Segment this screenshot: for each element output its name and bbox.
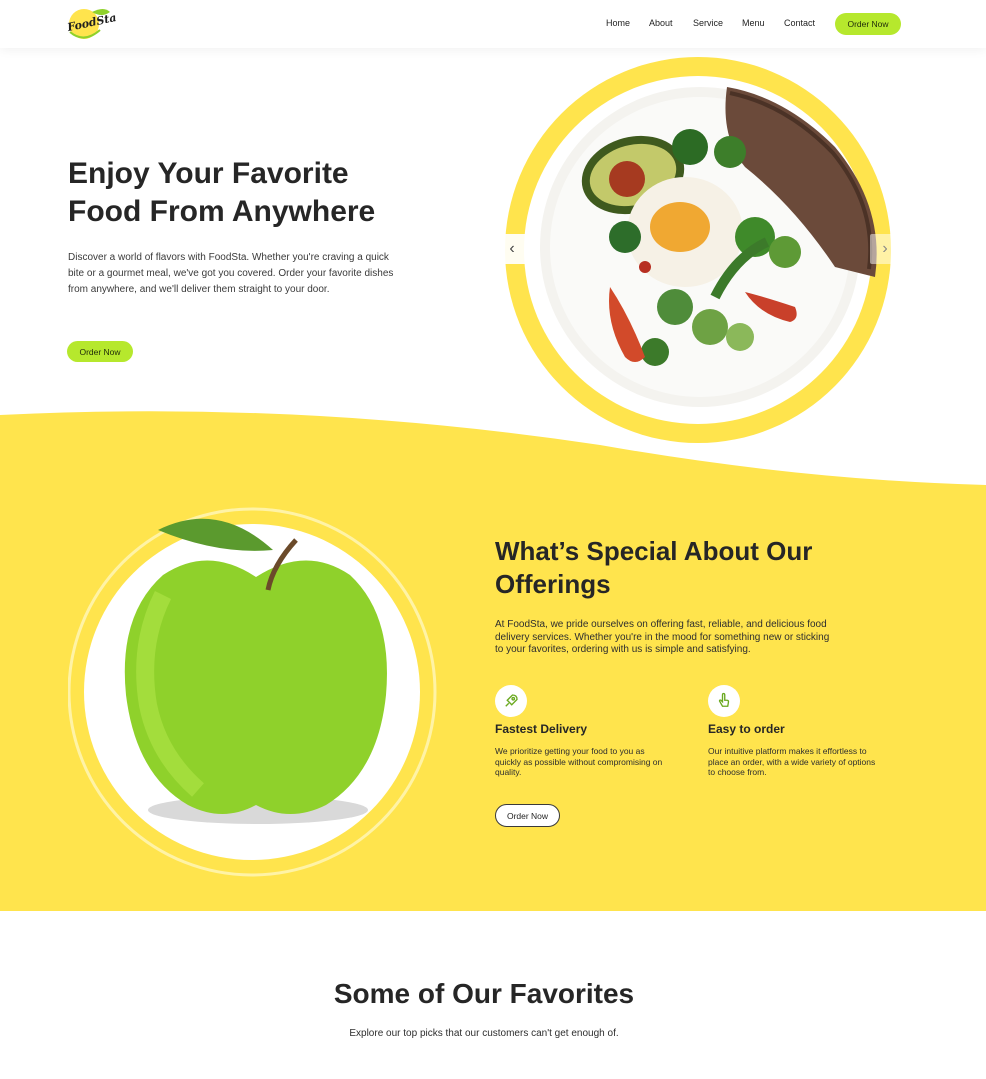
special-title-line1: What’s Special About Our: [495, 536, 813, 566]
feature-description-easy-order: Our intuitive platform makes it effortle…: [708, 746, 876, 777]
nav-service[interactable]: Service: [693, 18, 723, 28]
site-header: FoodSta Home About Service Menu Contact …: [0, 0, 986, 48]
feature-description-fastest-delivery: We prioritize getting your food to you a…: [495, 746, 663, 777]
feature-title-easy-order: Easy to order: [708, 722, 785, 736]
favorites-subtitle: Explore our top picks that our customers…: [349, 1028, 619, 1039]
nav-home[interactable]: Home: [606, 18, 630, 28]
special-title-line2: Offerings: [495, 569, 611, 599]
nav-about[interactable]: About: [649, 18, 673, 28]
feature-title-fastest-delivery: Fastest Delivery: [495, 722, 588, 736]
favorites-title: Some of Our Favorites: [333, 978, 635, 1009]
rocket-icon: [495, 685, 527, 717]
header-order-button[interactable]: Order Now: [835, 13, 901, 35]
special-order-button[interactable]: Order Now: [495, 804, 560, 827]
nav-contact[interactable]: Contact: [784, 18, 815, 28]
carousel-next-button[interactable]: ›: [870, 234, 900, 264]
special-section-title: What’s Special About Our Offerings: [495, 535, 875, 601]
hero-description: Discover a world of flavors with FoodSta…: [68, 252, 394, 295]
chevron-right-icon: ›: [882, 240, 888, 257]
hero-title: Enjoy Your Favorite Food From Anywhere: [68, 155, 448, 231]
hero-title-line1: Enjoy Your Favorite: [68, 157, 349, 190]
hero-title-line2: Food From Anywhere: [68, 195, 376, 228]
nav-menu[interactable]: Menu: [742, 18, 765, 28]
carousel-prev-button[interactable]: ‹: [497, 234, 527, 264]
green-apple-image: [67, 505, 438, 885]
special-section-description: At FoodSta, we pride ourselves on offeri…: [495, 619, 830, 655]
hero-food-image: [505, 57, 892, 444]
hero-order-button[interactable]: Order Now: [67, 341, 133, 362]
tap-icon: [708, 685, 740, 717]
chevron-left-icon: ‹: [509, 240, 515, 257]
